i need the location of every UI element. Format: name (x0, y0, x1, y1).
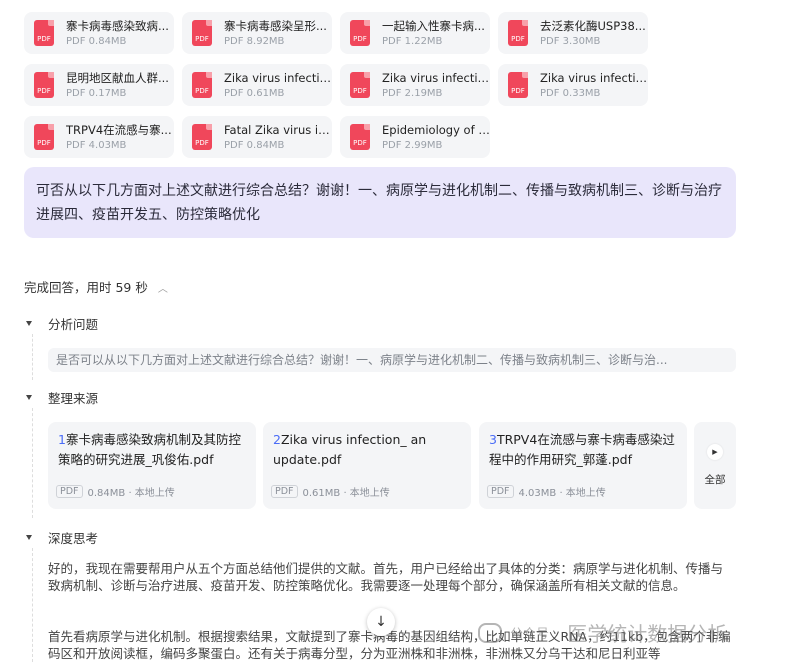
file-name: Zika virus infection ... (382, 71, 490, 85)
pdf-tag: PDF (487, 485, 514, 498)
user-question-bubble: 可否从以下几方面对上述文献进行综合总结？谢谢！一、病原学与进化机制二、传播与致病… (24, 167, 736, 238)
pdf-file-icon: PDF (34, 72, 54, 98)
file-name: 寨卡病毒感染致病... (66, 19, 169, 33)
file-size: PDF 0.33MB (540, 88, 601, 99)
file-size: PDF 4.03MB (66, 140, 127, 151)
file-card-4[interactable]: PDF 昆明地区献血人群... PDF 0.17MB (24, 64, 174, 106)
source-title: 寨卡病毒感染致病机制及其防控策略的研究进展_巩俊佑.pdf (58, 432, 241, 467)
file-size: PDF 8.92MB (224, 36, 285, 47)
pdf-file-icon: PDF (192, 20, 212, 46)
pdf-file-icon: PDF (508, 20, 528, 46)
pdf-file-icon: PDF (508, 72, 528, 98)
file-card-9[interactable]: PDF Fatal Zika virus infe... PDF 0.84MB (182, 116, 332, 158)
show-all-sources-button[interactable]: ▶ 全部 (694, 422, 736, 509)
pdf-file-icon: PDF (350, 20, 370, 46)
file-card-8[interactable]: PDF TRPV4在流感与寨... PDF 4.03MB (24, 116, 174, 158)
pdf-file-icon: PDF (350, 124, 370, 150)
file-size: PDF 2.19MB (382, 88, 443, 99)
file-card-10[interactable]: PDF Epidemiology of Zi... PDF 2.99MB (340, 116, 490, 158)
watermark-prefix: 公众号 · (510, 627, 558, 642)
source-card-2[interactable]: 2Zika virus infection_ an update.pdf PDF… (263, 422, 471, 509)
file-size: PDF 0.84MB (224, 140, 285, 151)
triangle-down-icon (26, 535, 32, 540)
section-analysis-title: 分析问题 (48, 317, 99, 332)
file-card-2[interactable]: PDF 一起输入性寨卡病... PDF 1.22MB (340, 12, 490, 54)
pdf-tag: PDF (56, 485, 83, 498)
file-card-7[interactable]: PDF Zika virus infection ... PDF 0.33MB (498, 64, 648, 106)
status-text: 完成回答，用时 59 秒 (24, 280, 148, 295)
pdf-tag: PDF (271, 485, 298, 498)
file-card-5[interactable]: PDF Zika virus infection... PDF 0.61MB (182, 64, 332, 106)
show-all-label: 全部 (704, 474, 726, 486)
wechat-icon (478, 622, 502, 643)
section-thinking-title: 深度思考 (48, 531, 99, 546)
file-card-1[interactable]: PDF 寨卡病毒感染呈形... PDF 8.92MB (182, 12, 332, 54)
file-name: Fatal Zika virus infe... (224, 123, 332, 137)
file-name: 一起输入性寨卡病... (382, 19, 485, 33)
section-divider-line (32, 408, 34, 518)
source-number: 2 (273, 432, 281, 447)
play-arrow-icon: ▶ (707, 444, 723, 460)
source-number: 1 (58, 432, 66, 447)
file-size: PDF 0.17MB (66, 88, 127, 99)
watermark: 公众号 · 医学统计数据分析 (478, 618, 727, 647)
section-divider-line (32, 548, 34, 662)
file-name: 去泛素化酶USP38... (540, 19, 646, 33)
source-meta: 0.61MB · 本地上传 (302, 488, 390, 499)
file-size: PDF 0.61MB (224, 88, 285, 99)
chevron-up-icon[interactable]: ︿ (158, 280, 168, 295)
analysis-text: 是否可以从以下几方面对上述文献进行综合总结？谢谢！一、病原学与进化机制二、传播与… (48, 348, 736, 372)
source-title: Zika virus infection_ an update.pdf (273, 432, 427, 467)
file-name: Zika virus infection ... (540, 71, 648, 85)
source-card-3[interactable]: 3TRPV4在流感与寨卡病毒感染过程中的作用研究_郭蓬.pdf PDF 4.03M… (479, 422, 687, 509)
scroll-down-button[interactable]: ↓ (367, 608, 395, 636)
file-name: Epidemiology of Zi... (382, 123, 490, 137)
file-size: PDF 2.99MB (382, 140, 443, 151)
file-name: Zika virus infection... (224, 71, 332, 85)
thinking-paragraph: 好的，我现在需要帮用户从五个方面总结他们提供的文献。首先，用户已经给出了具体的分… (48, 561, 724, 593)
source-meta: 4.03MB · 本地上传 (518, 488, 606, 499)
file-name: 寨卡病毒感染呈形... (224, 19, 327, 33)
arrow-down-icon: ↓ (375, 614, 387, 630)
file-card-0[interactable]: PDF 寨卡病毒感染致病... PDF 0.84MB (24, 12, 174, 54)
section-divider-line (32, 334, 34, 380)
source-card-1[interactable]: 1寨卡病毒感染致病机制及其防控策略的研究进展_巩俊佑.pdf PDF 0.84MB… (48, 422, 256, 509)
file-name: TRPV4在流感与寨... (66, 123, 172, 137)
triangle-down-icon (26, 321, 32, 326)
file-card-6[interactable]: PDF Zika virus infection ... PDF 2.19MB (340, 64, 490, 106)
source-meta: 0.84MB · 本地上传 (87, 488, 175, 499)
source-title: TRPV4在流感与寨卡病毒感染过程中的作用研究_郭蓬.pdf (489, 432, 675, 467)
section-sources-header[interactable]: 整理来源 (26, 388, 98, 407)
section-analysis-header[interactable]: 分析问题 (26, 314, 98, 333)
pdf-file-icon: PDF (192, 72, 212, 98)
file-size: PDF 3.30MB (540, 36, 601, 47)
file-card-3[interactable]: PDF 去泛素化酶USP38... PDF 3.30MB (498, 12, 648, 54)
section-thinking-header[interactable]: 深度思考 (26, 528, 98, 547)
pdf-file-icon: PDF (192, 124, 212, 150)
pdf-file-icon: PDF (34, 124, 54, 150)
file-name: 昆明地区献血人群... (66, 71, 169, 85)
watermark-text: 医学统计数据分析 (567, 622, 728, 646)
file-size: PDF 1.22MB (382, 36, 443, 47)
triangle-down-icon (26, 395, 32, 400)
pdf-file-icon: PDF (350, 72, 370, 98)
file-size: PDF 0.84MB (66, 36, 127, 47)
source-number: 3 (489, 432, 497, 447)
completion-status[interactable]: 完成回答，用时 59 秒 ︿ (24, 277, 168, 296)
section-sources-title: 整理来源 (48, 391, 99, 406)
pdf-file-icon: PDF (34, 20, 54, 46)
